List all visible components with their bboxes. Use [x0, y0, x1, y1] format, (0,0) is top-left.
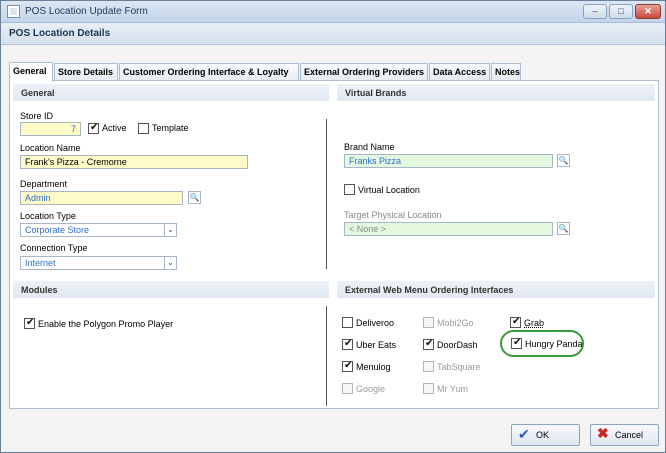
- deliveroo-checkbox[interactable]: [342, 317, 353, 328]
- window-title: POS Location Update Form: [25, 6, 148, 17]
- minimize-button[interactable]: –: [583, 4, 607, 19]
- tabsquare-checkbox[interactable]: [423, 361, 434, 372]
- pos-location-update-window: POS Location Update Form – □ ✕ POS Locat…: [0, 0, 666, 453]
- close-x-icon: ✖: [597, 425, 609, 441]
- deliveroo-label: Deliveroo: [356, 318, 395, 328]
- mr-yum-checkbox[interactable]: [423, 383, 434, 394]
- location-type-select[interactable]: Corporate Store: [20, 223, 165, 237]
- promo-player-checkbox[interactable]: [24, 317, 35, 329]
- active-checkbox[interactable]: [88, 122, 99, 134]
- general-section-header: General: [13, 84, 329, 101]
- general-tab-panel: General Virtual Brands Store ID 7 Active…: [9, 80, 659, 409]
- template-label: Template: [152, 123, 189, 133]
- target-physical-location-label: Target Physical Location: [344, 210, 442, 220]
- active-label: Active: [102, 123, 127, 133]
- doordash-checkbox[interactable]: [423, 338, 434, 350]
- store-id-label: Store ID: [20, 111, 54, 121]
- google-label: Google: [356, 384, 386, 394]
- tab-external-ordering[interactable]: External Ordering Providers: [300, 63, 428, 81]
- grab-checkbox[interactable]: [510, 316, 521, 328]
- close-button[interactable]: ✕: [635, 4, 661, 19]
- ok-button[interactable]: ✔ OK: [511, 424, 580, 446]
- location-name-label: Location Name: [20, 143, 81, 153]
- location-type-label: Location Type: [20, 211, 76, 221]
- department-field[interactable]: Admin: [20, 191, 183, 205]
- title-bar: POS Location Update Form – □ ✕: [1, 1, 665, 23]
- tab-store-details[interactable]: Store Details: [54, 63, 118, 81]
- target-physical-search-icon[interactable]: 🔍: [557, 222, 570, 235]
- menulog-label: Menulog: [356, 362, 391, 372]
- vertical-divider-bottom: [326, 306, 327, 406]
- target-physical-location-field[interactable]: < None >: [344, 222, 553, 236]
- ok-button-label: OK: [536, 430, 550, 440]
- header-band: POS Location Details: [1, 23, 665, 45]
- doordash-label: DoorDash: [437, 340, 478, 350]
- modules-section-header: Modules: [13, 281, 329, 298]
- mobi2go-checkbox[interactable]: [423, 317, 434, 328]
- tabsquare-label: TabSquare: [437, 362, 481, 372]
- hungry-panda-checkbox[interactable]: [511, 337, 522, 349]
- tab-data-access[interactable]: Data Access: [429, 63, 490, 81]
- google-checkbox[interactable]: [342, 383, 353, 394]
- checkmark-icon: ✔: [518, 426, 530, 442]
- mobi2go-label: Mobi2Go: [437, 318, 474, 328]
- virtual-location-label: Virtual Location: [358, 185, 420, 195]
- brand-name-label: Brand Name: [344, 142, 395, 152]
- dialog-footer: ✔ OK ✖ Cancel: [1, 415, 665, 453]
- vertical-divider-top: [326, 119, 327, 269]
- department-label: Department: [20, 179, 68, 189]
- location-name-field[interactable]: Frank's Pizza - Cremorne: [20, 155, 248, 169]
- tab-customer-ordering[interactable]: Customer Ordering Interface & Loyalty: [119, 63, 299, 81]
- brand-search-icon[interactable]: 🔍: [557, 154, 570, 167]
- external-web-menu-section-header: External Web Menu Ordering Interfaces: [337, 281, 655, 298]
- location-type-chevron-down-icon[interactable]: ⌄: [164, 223, 177, 237]
- tab-notes[interactable]: Notes: [491, 63, 521, 81]
- cancel-button-label: Cancel: [615, 430, 644, 440]
- connection-type-select[interactable]: Internet: [20, 256, 165, 270]
- page-title: POS Location Details: [9, 28, 111, 39]
- menulog-checkbox[interactable]: [342, 360, 353, 372]
- uber-eats-checkbox[interactable]: [342, 338, 353, 350]
- app-icon: [7, 5, 20, 18]
- template-checkbox[interactable]: [138, 123, 149, 134]
- virtual-location-checkbox[interactable]: [344, 184, 355, 195]
- virtual-brands-section-header: Virtual Brands: [337, 84, 655, 101]
- promo-player-label: Enable the Polygon Promo Player: [38, 319, 174, 329]
- tab-general[interactable]: General: [9, 62, 53, 82]
- cancel-button[interactable]: ✖ Cancel: [590, 424, 659, 446]
- connection-type-chevron-down-icon[interactable]: ⌄: [164, 256, 177, 270]
- connection-type-label: Connection Type: [20, 243, 88, 253]
- uber-eats-label: Uber Eats: [356, 340, 397, 350]
- store-id-field[interactable]: 7: [20, 122, 81, 136]
- brand-name-field[interactable]: Franks Pizza: [344, 154, 553, 168]
- mr-yum-label: Mr Yum: [437, 384, 468, 394]
- department-search-icon[interactable]: 🔍: [188, 191, 201, 204]
- grab-label: Grab: [524, 318, 545, 328]
- hungry-panda-label: Hungry Panda: [525, 339, 583, 349]
- restore-button[interactable]: □: [609, 4, 633, 19]
